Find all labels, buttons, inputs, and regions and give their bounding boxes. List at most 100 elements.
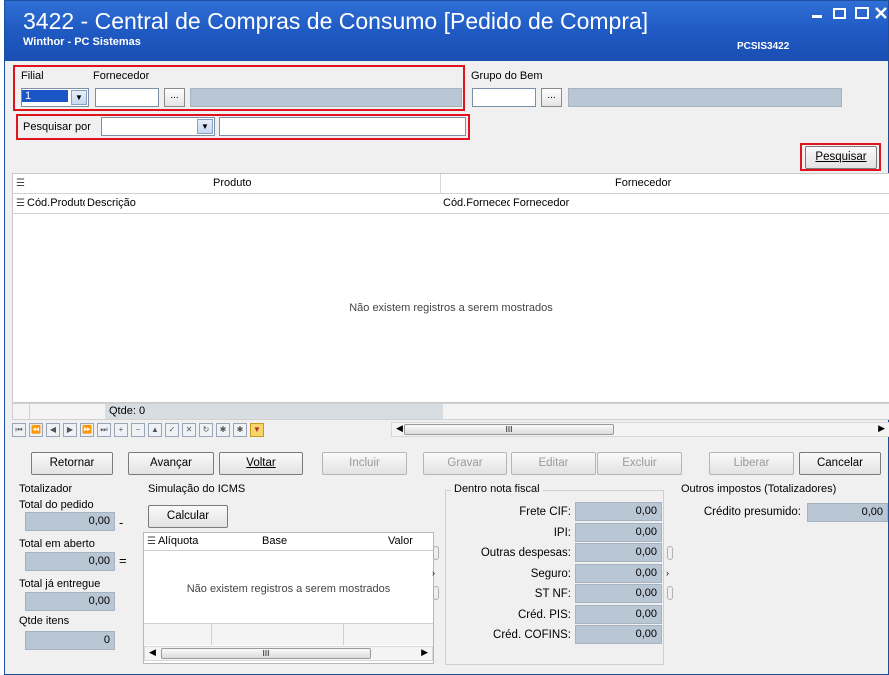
nav-button-0[interactable]: ⏮ xyxy=(12,423,26,437)
credito-presumido-value: 0,00 xyxy=(807,503,888,522)
totalizador-title: Totalizador xyxy=(19,483,73,495)
splitter-handle[interactable]: › xyxy=(666,546,673,606)
nav-button-12[interactable]: ✱ xyxy=(216,423,230,437)
nav-button-2[interactable]: ◀ xyxy=(46,423,60,437)
grupo-bem-label: Grupo do Bem xyxy=(471,70,543,82)
col-cod-fornecedor[interactable]: Cód.Fornecedor xyxy=(443,197,510,209)
grid-empty-message: Não existem registros a serem mostrados xyxy=(349,302,553,314)
routine-code: PCSIS3422 xyxy=(737,41,790,52)
nota-fiscal-label: Frete CIF: xyxy=(519,506,571,518)
close-icon[interactable] xyxy=(874,5,888,25)
nav-button-7[interactable]: − xyxy=(131,423,145,437)
nota-fiscal-value: 0,00 xyxy=(575,502,662,521)
nota-fiscal-label: Outras despesas: xyxy=(480,547,571,559)
nota-fiscal-label: ST NF: xyxy=(534,588,571,600)
column-chooser-icon[interactable]: ☰ xyxy=(16,178,25,189)
col-fornecedor[interactable]: Fornecedor xyxy=(513,197,569,209)
nota-fiscal-label: Créd. COFINS: xyxy=(493,629,571,641)
scroll-left-icon[interactable]: ◀ xyxy=(149,647,156,658)
scroll-right-icon[interactable]: ▶ xyxy=(878,423,885,434)
liberar-button[interactable]: Liberar xyxy=(709,452,794,475)
icms-empty-message: Não existem registros a serem mostrados xyxy=(186,583,391,595)
minimize-icon[interactable] xyxy=(811,5,823,25)
col-aliquota[interactable]: Alíquota xyxy=(158,535,198,547)
qtde-itens-value: 0 xyxy=(25,631,115,650)
icms-footer xyxy=(144,623,433,645)
col-base[interactable]: Base xyxy=(262,535,287,547)
col-valor[interactable]: Valor xyxy=(388,535,413,547)
nota-fiscal-value: 0,00 xyxy=(575,564,662,583)
scroll-thumb[interactable]: III xyxy=(161,648,371,659)
nav-button-9[interactable]: ✓ xyxy=(165,423,179,437)
grupo-bem-lookup-button[interactable]: ... xyxy=(541,88,562,107)
col-descricao[interactable]: Descrição xyxy=(87,197,136,209)
scroll-thumb[interactable]: III xyxy=(404,424,614,435)
products-grid[interactable]: ☰ Produto Fornecedor ☰ Cód.Produto Descr… xyxy=(12,173,889,403)
nav-button-4[interactable]: ⏩ xyxy=(80,423,94,437)
total-aberto-value: 0,00 xyxy=(25,552,115,571)
grupo-bem-name-field xyxy=(568,88,842,107)
excluir-button[interactable]: Excluir xyxy=(597,452,682,475)
nav-button-14[interactable]: ▼ xyxy=(250,423,264,437)
column-chooser-icon[interactable]: ☰ xyxy=(16,198,25,209)
cancelar-button[interactable]: Cancelar xyxy=(799,452,881,475)
nota-fiscal-label: IPI: xyxy=(553,527,571,539)
nav-button-3[interactable]: ▶ xyxy=(63,423,77,437)
chevron-down-icon[interactable]: ▼ xyxy=(197,119,213,134)
icms-grid[interactable]: ☰ Alíquota Base Valor Não existem regist… xyxy=(143,532,434,664)
fornecedor-lookup-button[interactable]: ... xyxy=(164,88,185,107)
total-aberto-label: Total em aberto xyxy=(19,538,95,550)
nota-fiscal-label: Créd. PIS: xyxy=(517,609,571,621)
credito-presumido-label: Crédito presumido: xyxy=(703,506,801,518)
group-fornecedor: Fornecedor xyxy=(615,177,672,189)
nav-button-13[interactable]: ✱ xyxy=(233,423,247,437)
nav-button-1[interactable]: ⏪ xyxy=(29,423,43,437)
column-chooser-icon[interactable]: ☰ xyxy=(147,536,156,547)
nav-button-6[interactable]: + xyxy=(114,423,128,437)
nav-button-11[interactable]: ↻ xyxy=(199,423,213,437)
filial-select[interactable]: 1 ▼ xyxy=(21,88,89,107)
window-subtitle: Winthor - PC Sistemas xyxy=(23,36,141,48)
nav-button-10[interactable]: ✕ xyxy=(182,423,196,437)
window-title: 3422 - Central de Compras de Consumo [Pe… xyxy=(23,8,649,34)
editar-button[interactable]: Editar xyxy=(511,452,596,475)
nota-fiscal-value: 0,00 xyxy=(575,523,662,542)
splitter-handle[interactable]: › xyxy=(432,546,439,606)
nav-button-8[interactable]: ▲ xyxy=(148,423,162,437)
filial-label: Filial xyxy=(21,70,44,82)
voltar-label: Voltar xyxy=(246,457,276,469)
restore-icon[interactable] xyxy=(833,5,847,25)
avancar-button[interactable]: Avançar xyxy=(128,452,214,475)
grupo-bem-code-input[interactable] xyxy=(472,88,536,107)
equals-sign: = xyxy=(119,553,127,568)
voltar-button[interactable]: Voltar xyxy=(219,452,303,475)
chevron-down-icon[interactable]: ▼ xyxy=(71,90,87,105)
record-navigator: ⏮ ⏪ ◀ ▶ ⏩ ⏭ + − ▲ ✓ ✕ ↻ ✱ ✱ ▼ xyxy=(12,422,392,438)
pesquisar-por-label: Pesquisar por xyxy=(23,121,91,133)
scroll-grip: III xyxy=(505,425,513,434)
title-bar[interactable]: 3422 - Central de Compras de Consumo [Pe… xyxy=(5,1,888,61)
nav-button-5[interactable]: ⏭ xyxy=(97,423,111,437)
gravar-button[interactable]: Gravar xyxy=(423,452,507,475)
total-pedido-label: Total do pedido xyxy=(19,499,94,511)
minus-sign: - xyxy=(119,515,124,530)
fornecedor-code-input[interactable] xyxy=(95,88,159,107)
scroll-right-icon[interactable]: ▶ xyxy=(421,647,428,658)
pesquisar-por-select[interactable]: ▼ xyxy=(101,117,215,136)
retornar-button[interactable]: Retornar xyxy=(31,452,113,475)
fornecedor-name-field xyxy=(190,88,462,107)
incluir-button[interactable]: Incluir xyxy=(322,452,407,475)
filial-value: 1 xyxy=(22,90,68,102)
maximize-icon[interactable] xyxy=(855,5,869,25)
col-cod-produto[interactable]: Cód.Produto xyxy=(27,197,85,209)
pesquisar-input[interactable] xyxy=(219,117,466,136)
total-pedido-value: 0,00 xyxy=(25,512,115,531)
pesquisar-button[interactable]: Pesquisar xyxy=(805,146,877,169)
calcular-button[interactable]: Calcular xyxy=(148,505,228,528)
grid-horizontal-scrollbar[interactable]: ◀ III ▶ xyxy=(391,422,889,437)
scroll-left-icon[interactable]: ◀ xyxy=(396,423,403,434)
icms-horizontal-scrollbar[interactable]: ◀ III ▶ xyxy=(144,646,433,661)
nota-fiscal-label: Seguro: xyxy=(530,568,571,580)
nota-fiscal-value: 0,00 xyxy=(575,625,662,644)
qtde-count: Qtde: 0 xyxy=(109,405,146,417)
